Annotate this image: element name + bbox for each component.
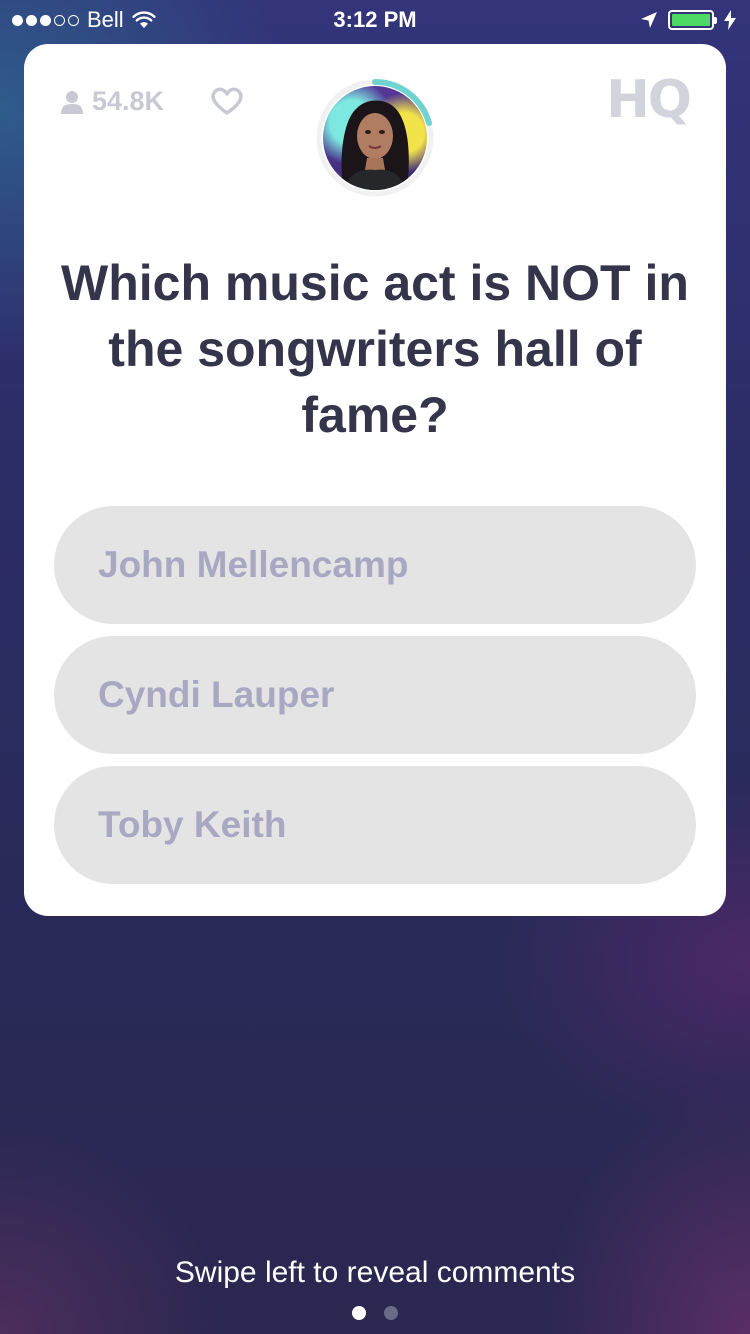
hq-logo: HQ <box>606 70 692 130</box>
swipe-hint: Swipe left to reveal comments <box>174 1256 576 1289</box>
viewer-count: 54.8K <box>60 86 164 117</box>
viewer-count-label: 54.8K <box>92 86 165 116</box>
location-arrow-icon <box>641 12 657 28</box>
answer-option-2[interactable]: Cyndi Lauper <box>54 636 696 754</box>
person-icon <box>61 90 83 114</box>
answer-option-3[interactable]: Toby Keith <box>54 766 696 884</box>
page-dot-active[interactable] <box>352 1306 366 1320</box>
battery-level <box>672 14 710 26</box>
answer-label: John Mellencamp <box>98 544 409 585</box>
heart-icon[interactable] <box>210 86 244 116</box>
answer-label: Cyndi Lauper <box>98 674 335 715</box>
charging-bolt-icon <box>724 10 736 30</box>
answer-option-1[interactable]: John Mellencamp <box>54 506 696 624</box>
status-bar: Bell 3:12 PM <box>0 0 750 40</box>
signal-strength-icon <box>12 14 79 26</box>
page-indicator[interactable] <box>0 1306 750 1320</box>
battery-icon <box>668 10 717 30</box>
status-left: Bell <box>12 7 156 33</box>
answer-label: Toby Keith <box>98 804 287 845</box>
carrier-name: Bell <box>87 7 124 32</box>
host-photo <box>323 86 427 190</box>
status-right <box>640 10 736 30</box>
host-avatar <box>315 78 435 198</box>
page-dot[interactable] <box>384 1306 398 1320</box>
wifi-icon <box>132 11 156 28</box>
question-card: 54.8K HQ Which music act is NOT in the s… <box>24 44 726 916</box>
question-text: Which music act is NOT in the songwriter… <box>61 255 689 443</box>
